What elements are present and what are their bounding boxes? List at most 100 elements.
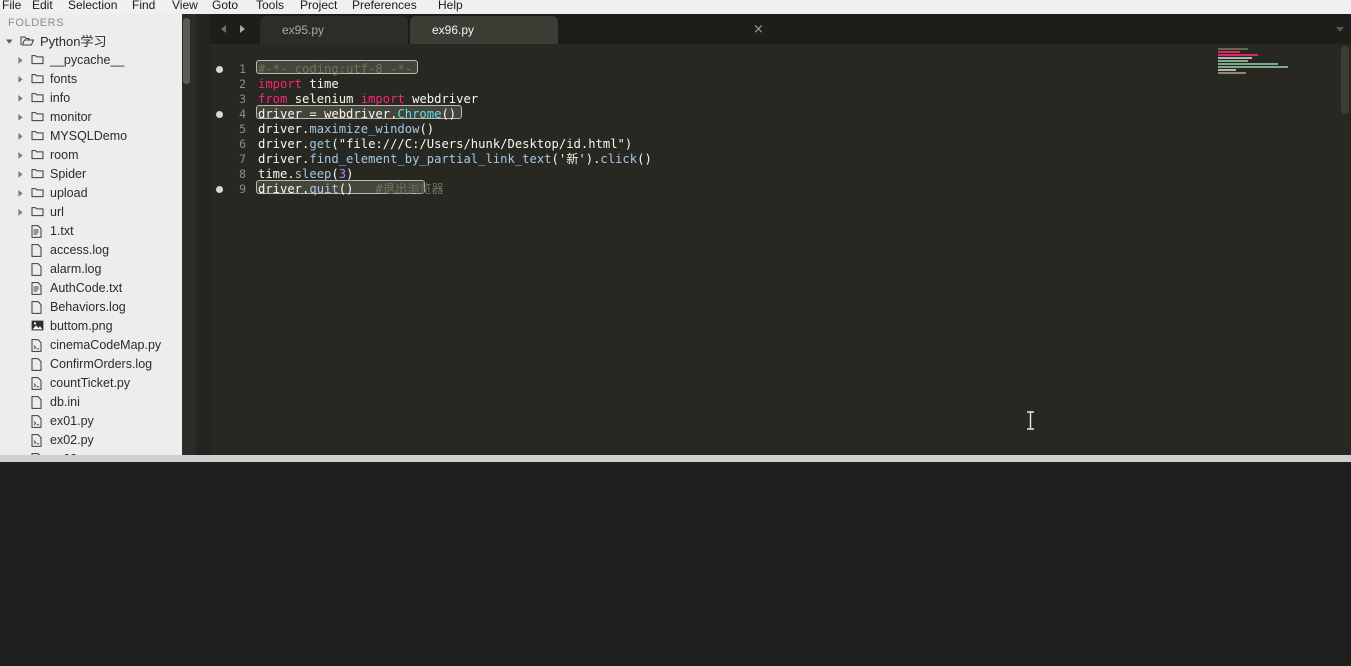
sidebar-file-access-log[interactable]: access.log xyxy=(0,241,196,260)
menu-item-preferences[interactable]: Preferences xyxy=(352,0,417,13)
menu-item-project[interactable]: Project xyxy=(300,0,337,13)
code-line-4[interactable]: driver = webdriver.Chrome() xyxy=(258,107,456,122)
file-icon xyxy=(31,241,47,260)
code-line-9[interactable]: driver.quit() #退出浏览器 xyxy=(258,182,444,197)
sidebar-file-cinemacodemap-py[interactable]: cinemaCodeMap.py xyxy=(0,336,196,355)
sidebar-item-label: cinemaCodeMap.py xyxy=(50,338,162,352)
sidebar-item-label: buttom.png xyxy=(50,319,113,333)
line-number: 5 xyxy=(239,122,246,136)
folder-icon xyxy=(31,184,47,203)
menu-item-tools[interactable]: Tools xyxy=(256,0,284,13)
triangle-right-icon[interactable] xyxy=(16,127,25,146)
triangle-right-icon[interactable] xyxy=(16,108,25,127)
line-number: 7 xyxy=(239,152,246,166)
code-line-7[interactable]: driver.find_element_by_partial_link_text… xyxy=(258,152,652,167)
menu-item-file[interactable]: File xyxy=(2,0,21,13)
sublime-text-window: File Edit Selection Find View Goto Tools Projec… xyxy=(0,0,1351,666)
menu-item-edit[interactable]: Edit xyxy=(32,0,53,13)
sidebar-folder-fonts[interactable]: fonts xyxy=(0,70,196,89)
python-file-icon xyxy=(31,431,47,450)
triangle-right-icon[interactable] xyxy=(16,146,25,165)
triangle-right-icon[interactable] xyxy=(16,184,25,203)
code-line-6[interactable]: driver.get("file:///C:/Users/hunk/Deskto… xyxy=(258,137,632,152)
minimap-line xyxy=(1218,48,1248,50)
file-icon xyxy=(31,298,47,317)
code-line-1[interactable]: #-*-·coding:utf-8·-*- xyxy=(258,62,412,77)
line-number-gutter: 123456789 xyxy=(210,44,256,462)
sidebar-folder--pycache-[interactable]: __pycache__ xyxy=(0,51,196,70)
line-number: 3 xyxy=(239,92,246,106)
sidebar-item-label: url xyxy=(50,205,64,219)
sidebar-folder-spider[interactable]: Spider xyxy=(0,165,196,184)
line-number: 6 xyxy=(239,137,246,151)
code-line-2[interactable]: import time xyxy=(258,77,339,92)
folder-icon xyxy=(31,127,47,146)
triangle-right-icon[interactable] xyxy=(16,203,25,222)
line-number: 2 xyxy=(239,77,246,91)
nav-previous-icon[interactable] xyxy=(218,23,230,35)
tab-ex96-py[interactable]: ex96.py × xyxy=(410,16,764,44)
sidebar-item-label: Spider xyxy=(50,167,87,181)
menu-item-view[interactable]: View xyxy=(172,0,198,13)
file-icon xyxy=(31,355,47,374)
close-icon[interactable]: × xyxy=(752,23,765,36)
sidebar-file-ex01-py[interactable]: ex01.py xyxy=(0,412,196,431)
tab-bar: ex95.py × ex96.py × xyxy=(210,14,1351,44)
sidebar-file-alarm-log[interactable]: alarm.log xyxy=(0,260,196,279)
code-line-5[interactable]: driver.maximize_window() xyxy=(258,122,434,137)
sidebar-item-label: MYSQLDemo xyxy=(50,129,128,143)
triangle-right-icon[interactable] xyxy=(16,70,25,89)
triangle-right-icon[interactable] xyxy=(16,89,25,108)
sidebar-item-label: Python学习 xyxy=(40,34,107,49)
minimap-line xyxy=(1218,69,1236,71)
tab-ex95-py[interactable]: ex95.py × xyxy=(260,16,452,44)
sidebar-file-ex02-py[interactable]: ex02.py xyxy=(0,431,196,450)
sidebar-folder-room[interactable]: room xyxy=(0,146,196,165)
image-file-icon xyxy=(31,317,47,336)
sidebar-file-buttom-png[interactable]: buttom.png xyxy=(0,317,196,336)
menu-item-help[interactable]: Help xyxy=(438,0,463,13)
folders-header: FOLDERS xyxy=(8,17,65,29)
menu-item-selection[interactable]: Selection xyxy=(68,0,117,13)
code-minimap[interactable] xyxy=(1210,44,1339,462)
python-file-icon xyxy=(31,336,47,355)
menu-item-find[interactable]: Find xyxy=(132,0,155,13)
sidebar-file-confirmorders-log[interactable]: ConfirmOrders.log xyxy=(0,355,196,374)
python-file-icon xyxy=(31,412,47,431)
triangle-down-icon[interactable] xyxy=(5,32,14,51)
triangle-right-icon[interactable] xyxy=(16,165,25,184)
tab-nav-arrows xyxy=(218,14,260,44)
sidebar-vertical-scrollbar-track[interactable] xyxy=(182,14,196,455)
nav-next-icon[interactable] xyxy=(236,23,248,35)
sidebar-item-label: fonts xyxy=(50,72,78,86)
folder-icon xyxy=(31,51,47,70)
menu-item-goto[interactable]: Goto xyxy=(212,0,238,13)
sidebar-file-db-ini[interactable]: db.ini xyxy=(0,393,196,412)
sidebar-file-1-txt[interactable]: 1.txt xyxy=(0,222,196,241)
sidebar-folder-upload[interactable]: upload xyxy=(0,184,196,203)
sidebar-item-label: room xyxy=(50,148,79,162)
sidebar-folder-monitor[interactable]: monitor xyxy=(0,108,196,127)
code-area[interactable]: 123456789 #-*-·coding:utf-8·-*- import ti… xyxy=(210,44,1351,462)
sidebar-file-countticket-py[interactable]: countTicket.py xyxy=(0,374,196,393)
triangle-right-icon[interactable] xyxy=(16,51,25,70)
minimap-line xyxy=(1218,54,1258,56)
sidebar-vertical-scrollbar-thumb[interactable] xyxy=(183,18,190,84)
line-number: 8 xyxy=(239,167,246,181)
python-file-icon xyxy=(31,374,47,393)
code-content[interactable]: #-*-·coding:utf-8·-*- import time from sel… xyxy=(256,44,1351,462)
text-file-icon xyxy=(31,279,47,298)
sidebar-folder-url[interactable]: url xyxy=(0,203,196,222)
sidebar-item-label: countTicket.py xyxy=(50,376,131,390)
sidebar-item-label: AuthCode.txt xyxy=(50,281,123,295)
sidebar-file-behaviors-log[interactable]: Behaviors.log xyxy=(0,298,196,317)
chevron-down-icon[interactable] xyxy=(1333,22,1347,36)
editor-vertical-scrollbar-thumb[interactable] xyxy=(1341,46,1349,114)
sidebar-item-label: ex01.py xyxy=(50,414,94,428)
sidebar-project-root[interactable]: Python学习 xyxy=(0,32,196,51)
sidebar-folder-info[interactable]: info xyxy=(0,89,196,108)
sidebar-file-authcode-txt[interactable]: AuthCode.txt xyxy=(0,279,196,298)
sidebar-folder-mysqldemo[interactable]: MYSQLDemo xyxy=(0,127,196,146)
bookmark-dot-icon xyxy=(216,111,223,118)
tab-label: ex95.py xyxy=(282,23,325,37)
